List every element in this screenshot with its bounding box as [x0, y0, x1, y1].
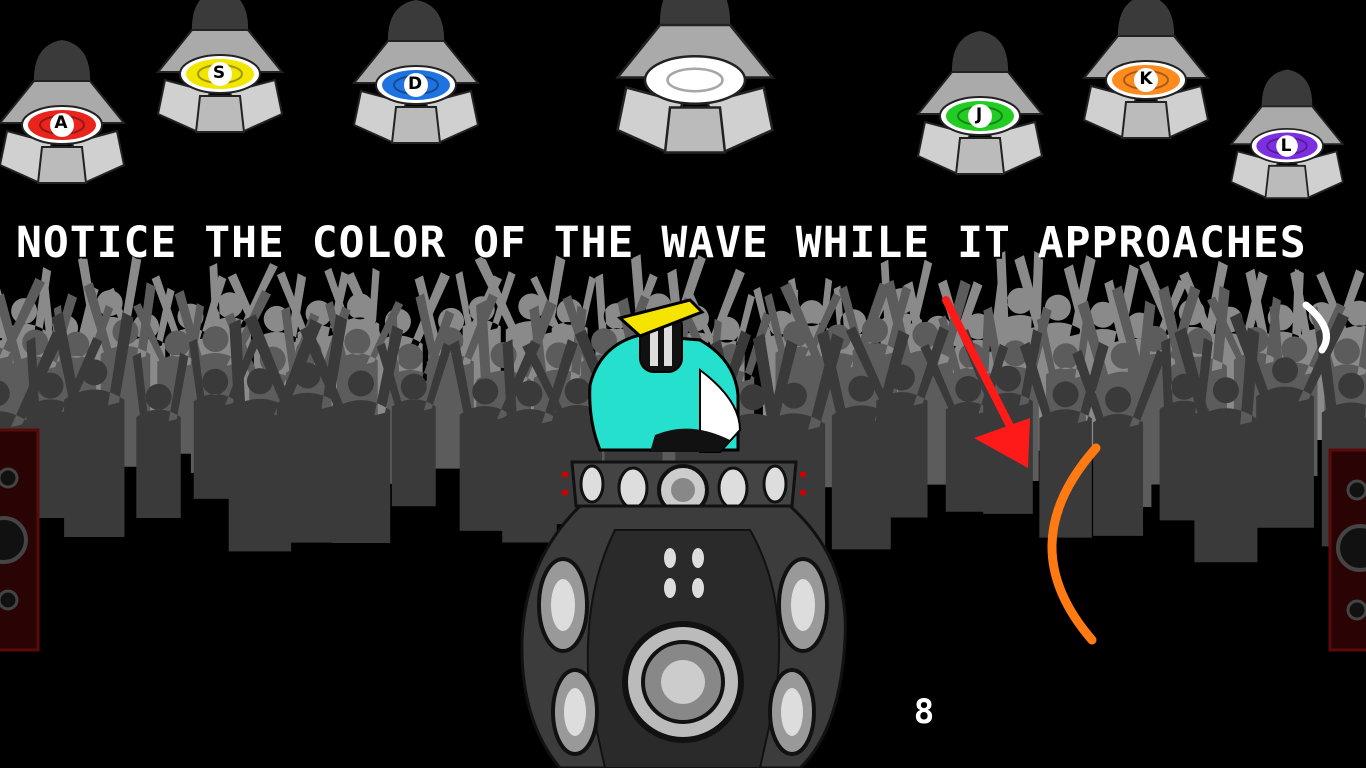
- white-wave-fragment: [1302, 301, 1330, 354]
- score-counter: 8: [913, 692, 935, 732]
- game-stage: A S D J K L NOTICE THE COLOR OF THE WAVE…: [0, 0, 1366, 768]
